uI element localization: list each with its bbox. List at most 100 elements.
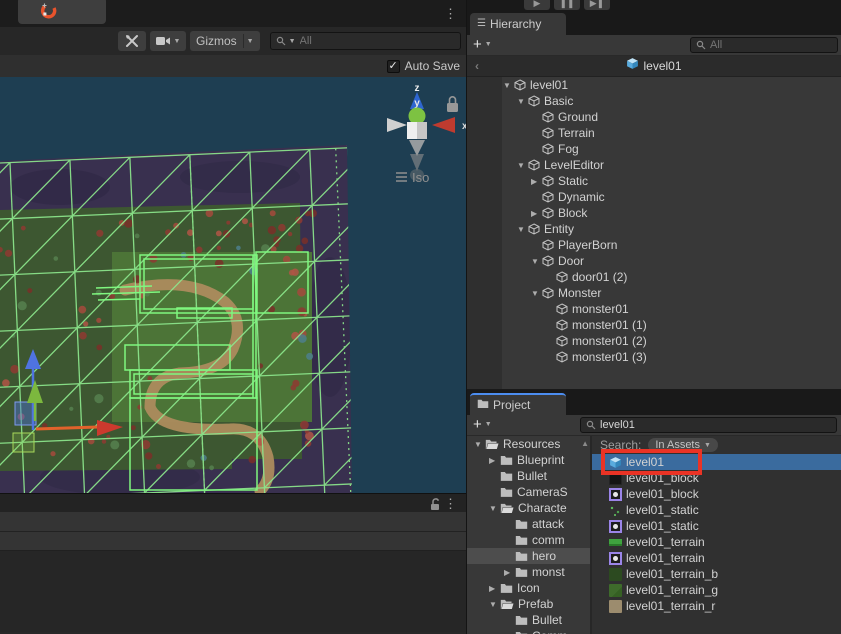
project-result-row[interactable]: level01_terrain (592, 534, 841, 550)
hierarchy-search-field[interactable] (690, 37, 838, 53)
scene-lock-icon[interactable] (447, 103, 458, 112)
gizmo-cube-left-face[interactable] (407, 122, 417, 139)
folder-row[interactable]: CameraS (467, 484, 590, 500)
expand-arrow-icon[interactable]: ▼ (517, 97, 528, 106)
hierarchy-row[interactable]: ▼LevelEditor (467, 157, 841, 173)
scene-menu-kebab-icon[interactable]: ⋮ (444, 7, 457, 20)
gizmo-cube-right-face[interactable] (417, 122, 427, 139)
folder-row[interactable]: comm (467, 532, 590, 548)
folder-row[interactable]: ▶monst (467, 564, 590, 580)
hierarchy-add-button[interactable]: +▼ (473, 36, 492, 54)
hierarchy-row[interactable]: monster01 (1) (467, 317, 841, 333)
project-search-input[interactable] (600, 419, 831, 431)
expand-arrow-icon[interactable]: ▼ (531, 257, 542, 266)
expand-arrow-icon[interactable]: ▶ (531, 177, 542, 186)
orange-tool-button[interactable] (18, 0, 106, 24)
folder-row[interactable]: ▶Blueprint (467, 452, 590, 468)
folder-row[interactable]: Bullet (467, 612, 590, 628)
hierarchy-row[interactable]: PlayerBorn (467, 237, 841, 253)
hierarchy-row[interactable]: Terrain (467, 125, 841, 141)
unlock-icon[interactable] (429, 497, 442, 516)
gameobject-cube-icon (528, 159, 540, 171)
project-result-row[interactable]: level01_terrain (592, 550, 841, 566)
expand-arrow-icon[interactable]: ▼ (489, 600, 500, 609)
expand-arrow-icon[interactable]: ▼ (517, 225, 528, 234)
scene-overlay-bar: ⋮ (0, 0, 466, 27)
folder-row[interactable]: attack (467, 516, 590, 532)
hierarchy-row[interactable]: monster01 (2) (467, 333, 841, 349)
step-button[interactable]: ▶❚ (584, 0, 610, 10)
folder-row[interactable]: hero (467, 548, 590, 564)
tab-hierarchy[interactable]: ☰ Hierarchy (470, 13, 566, 35)
axis-y-label: y (414, 98, 420, 109)
gizmos-button[interactable]: Gizmos ▼ (190, 31, 260, 51)
hierarchy-row[interactable]: ▼ Entity (467, 221, 841, 237)
expand-arrow-icon[interactable]: ▼ (517, 161, 528, 170)
expand-arrow-icon[interactable]: ▶ (489, 456, 500, 465)
project-result-row[interactable]: level01_static (592, 518, 841, 534)
hierarchy-row[interactable]: ▶Static (467, 173, 841, 189)
search-results-label: Search: (600, 438, 641, 452)
pause-button[interactable]: ❚❚ (554, 0, 580, 10)
breadcrumb-back-icon[interactable]: ‹ (475, 59, 479, 73)
expand-arrow-icon[interactable]: ▼ (489, 504, 500, 513)
hierarchy-row[interactable]: door01 (2) (467, 269, 841, 285)
folder-row[interactable]: Comm (467, 628, 590, 634)
hierarchy-row[interactable]: Ground (467, 109, 841, 125)
expand-arrow-icon[interactable]: ▶ (531, 209, 542, 218)
hierarchy-row-label: Entity (544, 222, 574, 236)
expand-arrow-icon[interactable]: ▼ (474, 440, 485, 449)
bottom-panel-row-1[interactable] (0, 512, 466, 532)
search-scope-chip[interactable]: In Assets ▼ (648, 438, 718, 452)
hierarchy-row[interactable]: ▶Block (467, 205, 841, 221)
hierarchy-row[interactable]: ▼Monster (467, 285, 841, 301)
folder-icon (515, 518, 528, 530)
scene-search-input[interactable] (300, 35, 455, 47)
expand-arrow-icon[interactable]: ▶ (489, 584, 500, 593)
project-result-row[interactable]: level01_block (592, 470, 841, 486)
folder-row[interactable]: Bullet (467, 468, 590, 484)
bottom-panel-kebab-icon[interactable]: ⋮ (444, 497, 457, 510)
project-result-row[interactable]: level01_terrain_g (592, 582, 841, 598)
project-result-row[interactable]: level01_block (592, 486, 841, 502)
project-result-row[interactable]: level01_terrain_r (592, 598, 841, 614)
bottom-panel-row-2[interactable] (0, 532, 466, 551)
hierarchy-breadcrumb: ‹ level01 (467, 56, 841, 77)
hierarchy-row[interactable]: Dynamic (467, 189, 841, 205)
hierarchy-row[interactable]: ▼level01 (467, 77, 841, 93)
hierarchy-row[interactable]: monster01 (467, 301, 841, 317)
auto-save-checkbox[interactable]: ✓ (387, 60, 400, 73)
tools-button[interactable] (118, 31, 146, 51)
folder-row[interactable]: ▼Prefab (467, 596, 590, 612)
expand-arrow-icon[interactable]: ▶ (504, 568, 515, 577)
project-result-row[interactable]: level01 (592, 454, 841, 470)
hierarchy-search-input[interactable] (710, 39, 832, 51)
folder-row[interactable]: ▼Characte (467, 500, 590, 516)
hierarchy-row[interactable]: Fog (467, 141, 841, 157)
camera-button[interactable]: ▼ (150, 31, 186, 51)
scene-search-field[interactable]: ▼ (270, 32, 461, 50)
axis-y-ball[interactable] (409, 108, 426, 125)
add-caret-icon: ▼ (485, 41, 492, 48)
scene-view[interactable]: z y x Iso (0, 77, 466, 493)
project-result-row[interactable]: level01_terrain_b (592, 566, 841, 582)
move-gizmo-plane-handle[interactable] (13, 433, 34, 452)
gameobject-cube-icon (542, 175, 554, 187)
move-gizmo-x-axis[interactable] (36, 427, 98, 429)
project-add-button[interactable]: +▼ (473, 416, 492, 434)
expand-arrow-icon[interactable]: ▼ (531, 289, 542, 298)
hierarchy-row[interactable]: ▼Door (467, 253, 841, 269)
scene-viewport[interactable]: z y x Iso (0, 77, 466, 493)
folder-row[interactable]: ▼Resources (467, 436, 590, 452)
play-button[interactable]: ▶ (524, 0, 550, 10)
hierarchy-row[interactable]: ▼Basic (467, 93, 841, 109)
prefab-preview-icon (609, 520, 622, 533)
project-result-row[interactable]: level01_static (592, 502, 841, 518)
folder-row[interactable]: ▶Icon (467, 580, 590, 596)
gameobject-cube-icon (556, 303, 568, 315)
tab-project[interactable]: Project (470, 393, 566, 415)
expand-arrow-icon[interactable]: ▼ (503, 81, 514, 90)
project-search-field[interactable] (580, 417, 837, 433)
hierarchy-row-label: Dynamic (558, 190, 605, 204)
hierarchy-row[interactable]: monster01 (3) (467, 349, 841, 365)
